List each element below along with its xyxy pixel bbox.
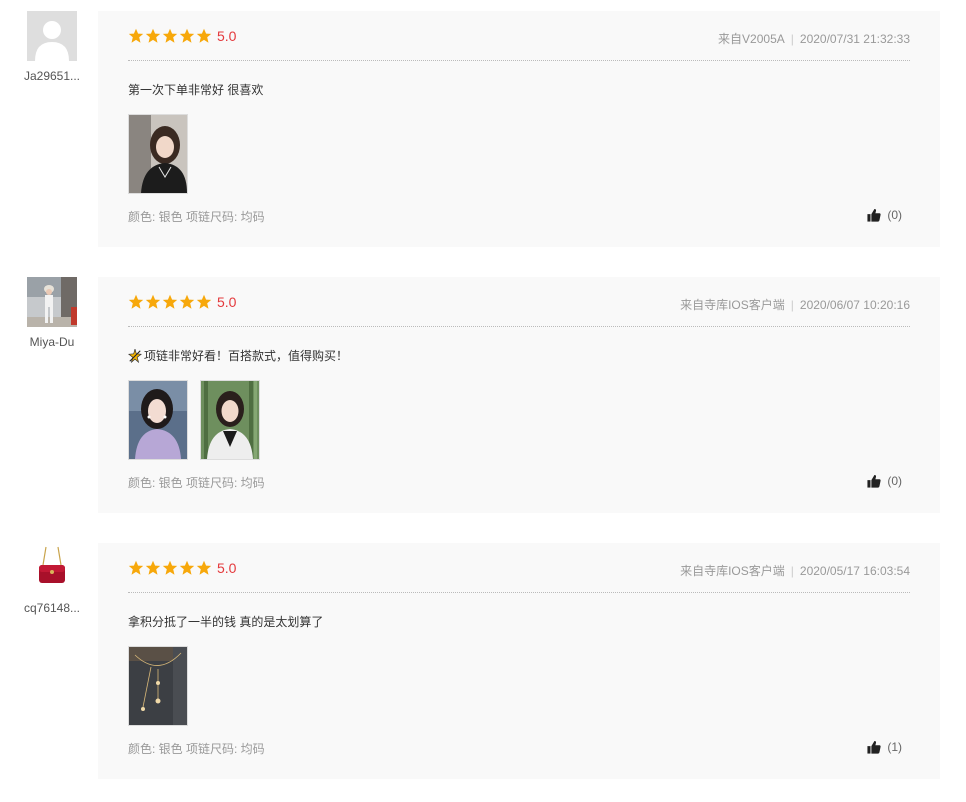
product-attributes: 颜色: 银色 项链尺码: 均码 [128, 476, 265, 490]
star-icon [179, 28, 195, 43]
like-button[interactable]: (0) [867, 474, 902, 488]
review-card: 5.0 来自V2005A | 2020/07/31 21:32:33 第一次下单非常… [98, 11, 940, 247]
star-icon [196, 28, 212, 43]
review-text: 第一次下单非常好 很喜欢 [128, 81, 263, 98]
review-datetime: 2020/06/07 10:20:16 [799, 298, 910, 312]
star-icon [128, 28, 144, 43]
star-icon [145, 28, 161, 43]
star-icon [162, 28, 178, 43]
review-item: Ja29651... 5.0 来自V2005A | 2020/07/31 21:32… [0, 11, 966, 247]
star-icon [128, 560, 144, 575]
photo-avatar-red-bag [27, 543, 77, 593]
meta-separator: | [790, 298, 794, 312]
photo-woman-purple-top [129, 381, 187, 459]
star-icon [128, 294, 144, 309]
thumbs-up-icon [867, 475, 881, 488]
star-icon [145, 294, 161, 309]
review-item: Miya-Du 5.0 来自寺库IOS客户端 | 2020/06/07 10:20:… [0, 277, 966, 513]
default-avatar-icon [27, 11, 77, 61]
like-count: (0) [887, 208, 902, 222]
product-attributes: 颜色: 银色 项链尺码: 均码 [128, 742, 265, 756]
review-photos [128, 380, 272, 460]
divider [128, 60, 910, 61]
review-text: 项链非常好看！百搭款式，值得购买！ [128, 347, 348, 364]
photo-necklace-dark [129, 647, 187, 725]
review-photo[interactable] [128, 646, 188, 726]
review-text-content: 拿积分抵了一半的钱 真的是太划算了 [128, 615, 324, 629]
avatar[interactable] [27, 543, 77, 593]
reviewer-info: Ja29651... [20, 11, 84, 83]
thumbs-up-icon [867, 741, 881, 754]
review-datetime: 2020/05/17 16:03:54 [799, 564, 910, 578]
reviewer-info: Miya-Du [20, 277, 84, 349]
review-photos [128, 114, 200, 194]
star-icon [196, 560, 212, 575]
rating-stars: 5.0 [128, 294, 236, 310]
reviewer-info: cq76148... [20, 543, 84, 615]
review-datetime: 2020/07/31 21:32:33 [799, 32, 910, 46]
rating-score: 5.0 [217, 28, 237, 44]
review-card: 5.0 来自寺库IOS客户端 | 2020/05/17 16:03:54 拿积分抵了… [98, 543, 940, 779]
review-source: 来自寺库IOS客户端 [680, 298, 785, 312]
rating-score: 5.0 [217, 294, 237, 310]
review-meta: 来自寺库IOS客户端 | 2020/05/17 16:03:54 [680, 562, 910, 579]
review-photo[interactable] [128, 114, 188, 194]
rating-stars: 5.0 [128, 28, 236, 44]
sparkle-emoji-icon [128, 348, 142, 363]
rating-stars: 5.0 [128, 560, 236, 576]
username[interactable]: Ja29651... [20, 69, 84, 83]
meta-separator: | [790, 32, 794, 46]
review-source: 来自寺库IOS客户端 [680, 564, 785, 578]
review-text-content: 项链非常好看！百搭款式，值得购买！ [144, 349, 349, 363]
review-photo[interactable] [200, 380, 260, 460]
product-attributes: 颜色: 银色 项链尺码: 均码 [128, 210, 265, 224]
review-meta: 来自寺库IOS客户端 | 2020/06/07 10:20:16 [680, 296, 910, 313]
avatar[interactable] [27, 11, 77, 61]
star-icon [145, 560, 161, 575]
photo-woman-car-selfie [129, 115, 187, 193]
star-icon [179, 560, 195, 575]
like-count: (1) [887, 740, 902, 754]
username[interactable]: cq76148... [20, 601, 84, 615]
review-item: cq76148... 5.0 来自寺库IOS客户端 | 2020/05/17 16:… [0, 543, 966, 779]
thumbs-up-icon [867, 209, 881, 222]
rating-score: 5.0 [217, 560, 237, 576]
star-icon [162, 560, 178, 575]
divider [128, 326, 910, 327]
like-count: (0) [887, 474, 902, 488]
review-photos [128, 646, 200, 726]
photo-woman-bamboo [201, 381, 259, 459]
star-icon [162, 294, 178, 309]
divider [128, 592, 910, 593]
star-icon [196, 294, 212, 309]
review-text-content: 第一次下单非常好 很喜欢 [128, 83, 264, 97]
review-meta: 来自V2005A | 2020/07/31 21:32:33 [718, 30, 910, 47]
like-button[interactable]: (1) [867, 740, 902, 754]
review-photo[interactable] [128, 380, 188, 460]
review-source: 来自V2005A [718, 32, 785, 46]
review-card: 5.0 来自寺库IOS客户端 | 2020/06/07 10:20:16 项链非常好… [98, 277, 940, 513]
avatar[interactable] [27, 277, 77, 327]
photo-avatar-street [27, 277, 77, 327]
review-text: 拿积分抵了一半的钱 真的是太划算了 [128, 613, 323, 630]
meta-separator: | [790, 564, 794, 578]
username[interactable]: Miya-Du [20, 335, 84, 349]
like-button[interactable]: (0) [867, 208, 902, 222]
star-icon [179, 294, 195, 309]
